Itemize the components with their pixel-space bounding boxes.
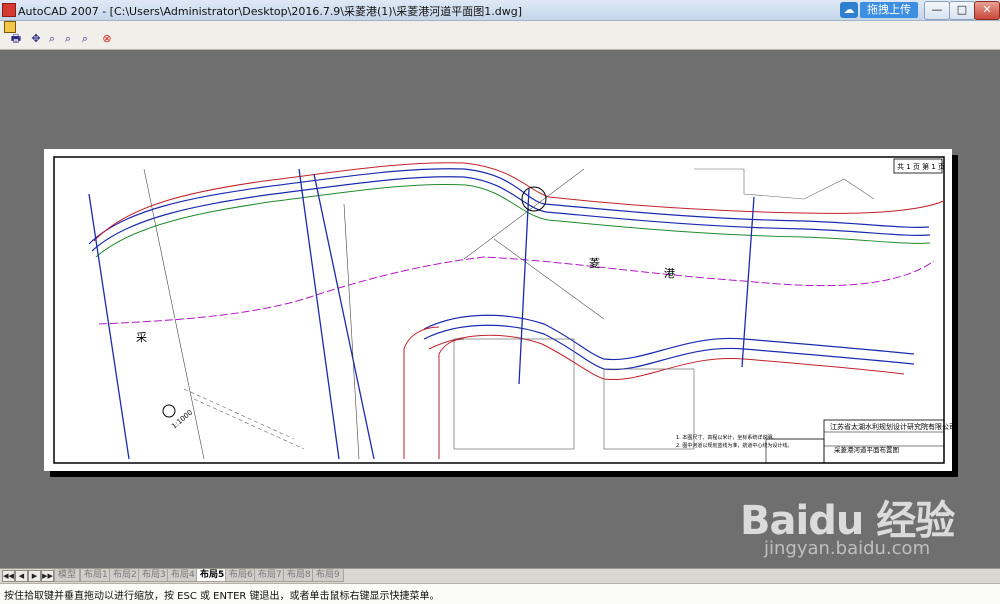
tab-layout1[interactable]: 布局1 (80, 569, 112, 582)
scale-label: 1:1000 (170, 409, 194, 431)
navigation-centerline (98, 256, 935, 325)
river-bank-north-2 (91, 176, 931, 252)
tab-nav-prev[interactable]: ◀ (15, 570, 28, 582)
autocad-app-icon[interactable] (2, 3, 16, 17)
tab-layout7[interactable]: 布局7 (254, 569, 286, 582)
maximize-button[interactable]: □ (949, 1, 975, 20)
zoom-realtime-icon[interactable]: ⌕ (46, 33, 58, 45)
minimize-button[interactable]: — (924, 1, 950, 20)
drawing-note-2: 2. 图中河道以规划蓝线为准，航道中心线为设计线。 (676, 442, 792, 449)
zoom-window-icon[interactable]: ⌕ (62, 33, 74, 45)
dwg-drawing: 采 菱 港 1:1000 共 1 页 第 1 页 江苏省太湖水利规划设计研究院有… (53, 156, 952, 464)
upload-button[interactable]: 拖拽上传 (860, 2, 918, 18)
toolbar (0, 21, 1000, 50)
river-label-3: 港 (664, 267, 675, 280)
boundary-red-south (428, 334, 905, 381)
baidu-watermark: Baidu 经验 jingyan.baidu.com (740, 488, 955, 559)
road-line-4 (518, 188, 530, 385)
command-line[interactable]: 按住拾取键并垂直拖动以进行缩放，按 ESC 或 ENTER 键退出，或者单击鼠标… (0, 583, 1000, 604)
survey-line-2 (343, 203, 360, 460)
watermark-url: jingyan.baidu.com (764, 538, 931, 559)
road-line-3 (313, 173, 375, 460)
close-button[interactable]: ✕ (974, 1, 1000, 20)
tab-layout5[interactable]: 布局5 (196, 569, 229, 582)
tab-layout2[interactable]: 布局2 (109, 569, 141, 582)
river-bank-south-1 (423, 314, 915, 361)
title-block-org: 江苏省太湖水利规划设计研究院有限公司 (830, 422, 952, 431)
parcel-line (694, 168, 875, 200)
tab-layout8[interactable]: 布局8 (283, 569, 315, 582)
pan-icon[interactable]: ✥ (30, 33, 42, 45)
command-prompt-text: 按住拾取键并垂直拖动以进行缩放，按 ESC 或 ENTER 键退出，或者单击鼠标… (4, 591, 440, 602)
tab-layout3[interactable]: 布局3 (138, 569, 170, 582)
river-label-1: 采 (136, 331, 147, 344)
plot-icon[interactable]: 🖶 (10, 33, 22, 45)
tab-layout4[interactable]: 布局4 (167, 569, 199, 582)
building-outline-1 (453, 338, 575, 450)
title-block-project: 采菱港河道平面布置图 (834, 445, 899, 454)
tab-layout9[interactable]: 布局9 (312, 569, 344, 582)
sheet-number: 共 1 页 第 1 页 (897, 162, 945, 171)
river-bank-north-1 (88, 168, 930, 245)
zoom-previous-icon[interactable]: ⌕ (79, 33, 91, 45)
tab-nav-first[interactable]: ◀◀ (2, 570, 15, 582)
tab-model[interactable]: 模型 (54, 569, 81, 582)
river-label-2: 菱 (589, 257, 600, 270)
drawing-note-1: 1. 本图尺寸、高程以米计，坐标系统详说明。 (676, 434, 777, 441)
cloud-icon[interactable]: ☁ (840, 2, 858, 18)
title-bar: AutoCAD 2007 - [C:\Users\Administrator\D… (0, 0, 1000, 21)
north-arrow (162, 404, 176, 418)
tab-layout6[interactable]: 布局6 (225, 569, 257, 582)
road-line-1 (88, 193, 130, 460)
tab-nav-last[interactable]: ▶▶ (41, 570, 54, 582)
layout-sheet[interactable]: 采 菱 港 1:1000 共 1 页 第 1 页 江苏省太湖水利规划设计研究院有… (44, 149, 952, 471)
window-title: AutoCAD 2007 - [C:\Users\Administrator\D… (18, 5, 523, 18)
tab-nav-next[interactable]: ▶ (28, 570, 41, 582)
dashed-path (183, 388, 305, 450)
road-line-2 (298, 168, 340, 460)
survey-line-3 (493, 238, 605, 320)
close-icon[interactable]: ⊗ (101, 33, 113, 45)
